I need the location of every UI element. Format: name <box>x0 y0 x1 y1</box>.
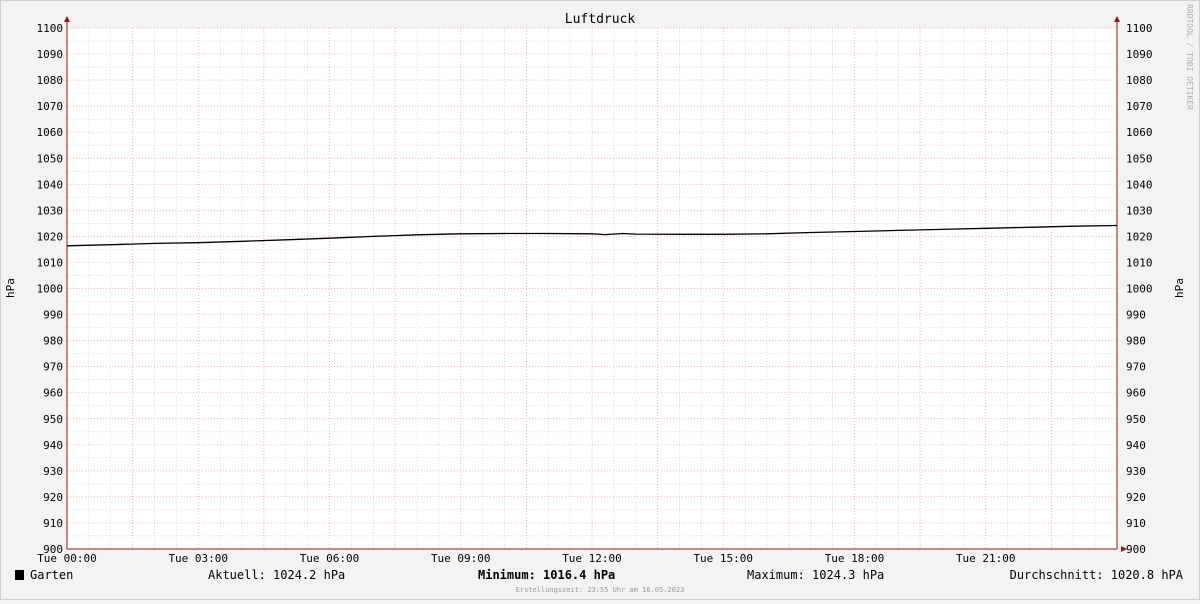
stat-average: Durchschnitt: 1020.8 hPA <box>1010 568 1184 582</box>
y-tick-label-right: 1060 <box>1126 126 1153 139</box>
y-tick-label-right: 1050 <box>1126 152 1153 165</box>
x-tick-label: Tue 18:00 <box>825 552 885 565</box>
stat-maximum: Maximum: 1024.3 hPa <box>747 568 884 582</box>
y-tick-label-left: 1070 <box>37 100 64 113</box>
y-tick-label-left: 1080 <box>37 74 64 87</box>
y-tick-label-left: 920 <box>43 491 63 504</box>
creation-time: Erstellungszeit: 23:55 Uhr am 16.05.2023 <box>516 586 685 594</box>
y-tick-label-left: 1100 <box>37 22 64 35</box>
x-tick-label: Tue 21:00 <box>956 552 1016 565</box>
y-tick-label-right: 1090 <box>1126 48 1153 61</box>
y-tick-label-left: 1060 <box>37 126 64 139</box>
y-tick-label-right: 1100 <box>1126 22 1153 35</box>
y-tick-label-right: 920 <box>1126 491 1146 504</box>
y-tick-label-right: 960 <box>1126 387 1146 400</box>
y-tick-label-left: 990 <box>43 309 63 322</box>
legend-swatch <box>15 570 24 580</box>
y-tick-label-right: 1070 <box>1126 100 1153 113</box>
y-axis-right-arrow <box>1114 16 1120 22</box>
y-tick-label-right: 990 <box>1126 309 1146 322</box>
legend-label: Garten <box>30 568 73 582</box>
y-tick-label-right: 930 <box>1126 465 1146 478</box>
y-tick-label-left: 980 <box>43 335 63 348</box>
y-axis-label-left: hPa <box>4 278 17 298</box>
y-tick-label-left: 1020 <box>37 230 64 243</box>
y-tick-label-left: 940 <box>43 439 63 452</box>
y-tick-label-right: 1010 <box>1126 256 1153 269</box>
plot-area: 900 900910 910920 920930 930940 940950 950960 9… <box>37 16 1153 565</box>
y-tick-label-right: 910 <box>1126 517 1146 530</box>
y-tick-label-right: 970 <box>1126 361 1146 374</box>
y-tick-label-left: 1040 <box>37 178 64 191</box>
x-tick-label: Tue 09:00 <box>431 552 491 565</box>
x-tick-label: Tue 03:00 <box>168 552 228 565</box>
x-tick-label: Tue 15:00 <box>693 552 753 565</box>
y-axis-label-right: hPa <box>1173 278 1186 298</box>
x-tick-label: Tue 12:00 <box>562 552 622 565</box>
y-tick-label-right: 1030 <box>1126 204 1153 217</box>
y-tick-label-left: 1000 <box>37 283 64 296</box>
y-tick-label-right: 1080 <box>1126 74 1153 87</box>
y-tick-label-right: 950 <box>1126 413 1146 426</box>
y-tick-label-right: 940 <box>1126 439 1146 452</box>
y-tick-label-left: 960 <box>43 387 63 400</box>
y-tick-label-left: 950 <box>43 413 63 426</box>
y-tick-label-right: 980 <box>1126 335 1146 348</box>
chart-title: Luftdruck <box>565 12 636 27</box>
y-tick-label-right: 1000 <box>1126 283 1153 296</box>
y-tick-label-left: 1090 <box>37 48 64 61</box>
y-tick-label-left: 1030 <box>37 204 64 217</box>
y-tick-label-right: 1020 <box>1126 230 1153 243</box>
watermark: RRDTOOL / TOBI OETIKER <box>1185 4 1194 110</box>
y-tick-label-left: 970 <box>43 361 63 374</box>
x-tick-label: Tue 00:00 <box>37 552 97 565</box>
y-tick-label-right: 900 <box>1126 543 1146 556</box>
chart-svg: Luftdruck RRDTOOL / TOBI OETIKER 900 9009… <box>0 0 1200 600</box>
y-tick-label-left: 1010 <box>37 256 64 269</box>
y-tick-label-left: 1050 <box>37 152 64 165</box>
pressure-chart: Luftdruck RRDTOOL / TOBI OETIKER 900 900 9… <box>0 0 1200 600</box>
y-axis-left-arrow <box>64 16 70 22</box>
stat-minimum: Minimum: 1016.4 hPa <box>478 568 615 582</box>
y-tick-label-right: 1040 <box>1126 178 1153 191</box>
y-tick-label-left: 910 <box>43 517 63 530</box>
x-tick-label: Tue 06:00 <box>300 552 360 565</box>
stat-current: Aktuell: 1024.2 hPa <box>208 568 345 582</box>
y-tick-label-left: 930 <box>43 465 63 478</box>
